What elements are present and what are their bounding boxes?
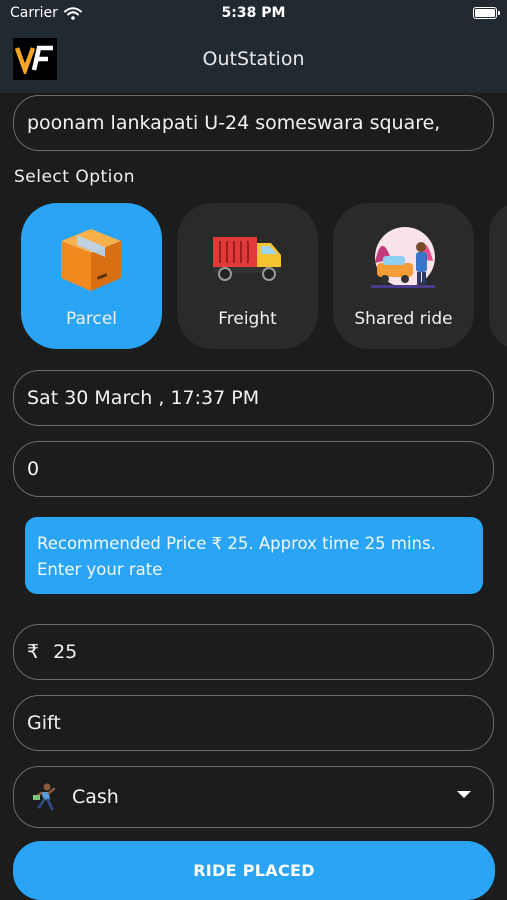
pickup-address-value: poonam lankapati U-24 someswara square, bbox=[27, 112, 441, 134]
shared-ride-icon bbox=[371, 227, 435, 288]
item-description-value: Gift bbox=[27, 712, 61, 734]
quantity-value: 0 bbox=[27, 458, 40, 480]
pickup-address-input[interactable]: poonam lankapati U-24 someswara square, bbox=[13, 95, 494, 151]
ride-options: Parcel Freight Shared ride bbox=[0, 203, 507, 351]
datetime-value: Sat 30 March , 17:37 PM bbox=[27, 387, 260, 409]
status-bar: Carrier 5:38 PM bbox=[0, 0, 507, 28]
quantity-input[interactable]: 0 bbox=[13, 441, 494, 497]
ride-placed-button[interactable]: RIDE PLACED bbox=[13, 841, 495, 900]
app-bar: OutStation bbox=[0, 28, 507, 93]
item-description-input[interactable]: Gift bbox=[13, 695, 494, 751]
parcel-box-icon bbox=[61, 229, 121, 291]
datetime-field[interactable]: Sat 30 March , 17:37 PM bbox=[13, 370, 494, 426]
option-parcel[interactable]: Parcel bbox=[21, 203, 162, 349]
option-freight[interactable]: Freight bbox=[177, 203, 318, 349]
select-option-heading: Select Option bbox=[14, 167, 136, 187]
option-shared-ride[interactable]: Shared ride bbox=[333, 203, 474, 349]
chevron-down-icon[interactable] bbox=[457, 791, 471, 798]
freight-truck-icon bbox=[213, 237, 281, 281]
battery-icon bbox=[473, 7, 500, 19]
recommendation-line-2: Enter your rate bbox=[37, 560, 163, 579]
recommendation-line-1: Recommended Price ₹ 25. Approx time 25 m… bbox=[37, 534, 436, 553]
price-input[interactable]: ₹ 25 bbox=[13, 624, 494, 680]
price-value: 25 bbox=[53, 641, 78, 663]
option-label: Shared ride bbox=[354, 309, 453, 329]
cash-runner-icon bbox=[33, 783, 56, 811]
rupee-icon: ₹ bbox=[27, 641, 40, 663]
payment-method-value: Cash bbox=[72, 786, 119, 808]
option-label: Freight bbox=[218, 309, 277, 329]
recommended-price-banner: Recommended Price ₹ 25. Approx time 25 m… bbox=[25, 517, 483, 594]
option-next-partial[interactable] bbox=[489, 203, 507, 349]
option-label: Parcel bbox=[65, 309, 118, 329]
app-title: OutStation bbox=[202, 48, 305, 70]
status-time: 5:38 PM bbox=[221, 5, 286, 21]
payment-method-select[interactable]: Cash bbox=[13, 766, 494, 828]
